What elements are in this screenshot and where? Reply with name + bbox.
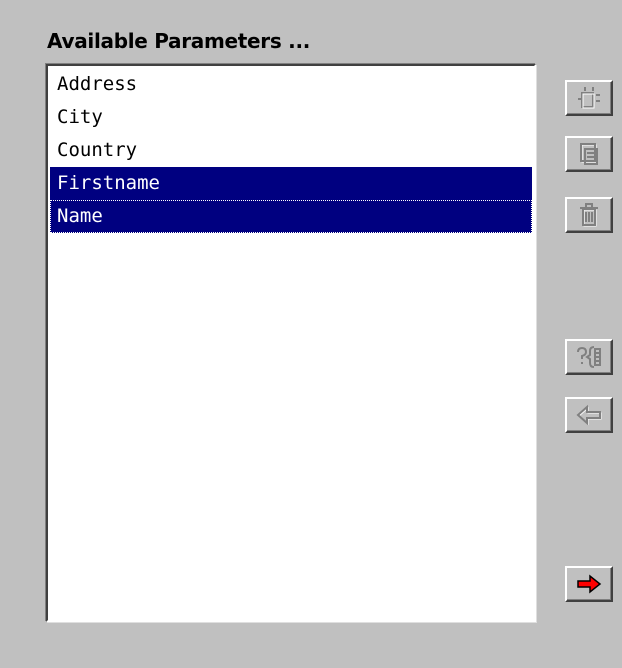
parameters-list: Address City Country Firstname Name [48,66,534,233]
parameter-help-button[interactable] [565,339,613,375]
left-arrow-icon [576,404,602,426]
copy-parameter-button[interactable] [565,136,613,172]
move-right-button[interactable] [565,566,613,602]
copy-icon [580,143,598,165]
new-item-icon [578,87,600,109]
new-parameter-button[interactable] [565,80,613,116]
delete-parameter-button[interactable] [565,197,613,233]
parameters-listbox[interactable]: Address City Country Firstname Name [46,64,536,622]
move-left-button[interactable] [565,397,613,433]
list-item[interactable]: Address [50,68,532,101]
help-bracket-icon [577,346,601,368]
red-right-arrow-icon [577,574,602,594]
list-item[interactable]: City [50,101,532,134]
trash-icon [580,203,598,227]
list-item[interactable]: Country [50,134,532,167]
list-item[interactable]: Firstname [50,167,532,200]
panel-heading: Available Parameters ... [47,29,311,53]
list-item[interactable]: Name [50,200,532,233]
parameters-panel: Available Parameters ... Address City Co… [0,0,622,668]
